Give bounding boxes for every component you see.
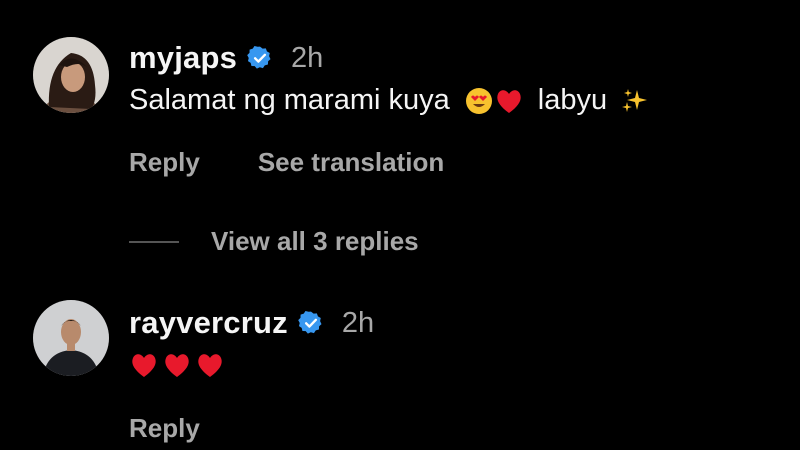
divider-line xyxy=(129,240,179,243)
avatar-image xyxy=(33,37,109,113)
comment-actions: Reply See translation xyxy=(129,147,444,178)
comment-text-part2: labyu xyxy=(537,84,608,116)
verified-badge-icon xyxy=(298,310,324,336)
view-replies-button[interactable]: View all 3 replies xyxy=(129,226,419,257)
avatar-image xyxy=(33,300,109,376)
view-replies-label[interactable]: View all 3 replies xyxy=(211,226,419,257)
red-heart-emoji-icon xyxy=(494,86,524,116)
comment-header: myjaps 2h xyxy=(129,40,323,76)
see-translation-button[interactable]: See translation xyxy=(258,147,444,178)
comment-text: Salamat ng marami kuya labyu xyxy=(129,84,649,117)
red-heart-emoji-icon xyxy=(195,350,225,380)
avatar-rayvercruz[interactable] xyxy=(33,300,109,376)
red-heart-emoji-icon xyxy=(129,350,159,380)
timestamp: 2h xyxy=(291,41,324,74)
comment-text xyxy=(129,350,225,380)
comment-header: rayvercruz 2h xyxy=(129,305,374,341)
comment-actions: Reply xyxy=(129,413,200,444)
comment-text-part1: Salamat ng marami kuya xyxy=(129,84,450,116)
sparkles-emoji-icon xyxy=(619,86,649,116)
reply-button[interactable]: Reply xyxy=(129,413,200,444)
username[interactable]: rayvercruz xyxy=(129,305,288,341)
reply-button[interactable]: Reply xyxy=(129,147,200,178)
timestamp: 2h xyxy=(341,306,375,339)
avatar-myjaps[interactable] xyxy=(33,37,109,113)
heart-eyes-emoji-icon xyxy=(464,86,494,116)
verified-badge-icon xyxy=(247,45,273,71)
username[interactable]: myjaps xyxy=(129,40,237,76)
red-heart-emoji-icon xyxy=(162,350,192,380)
